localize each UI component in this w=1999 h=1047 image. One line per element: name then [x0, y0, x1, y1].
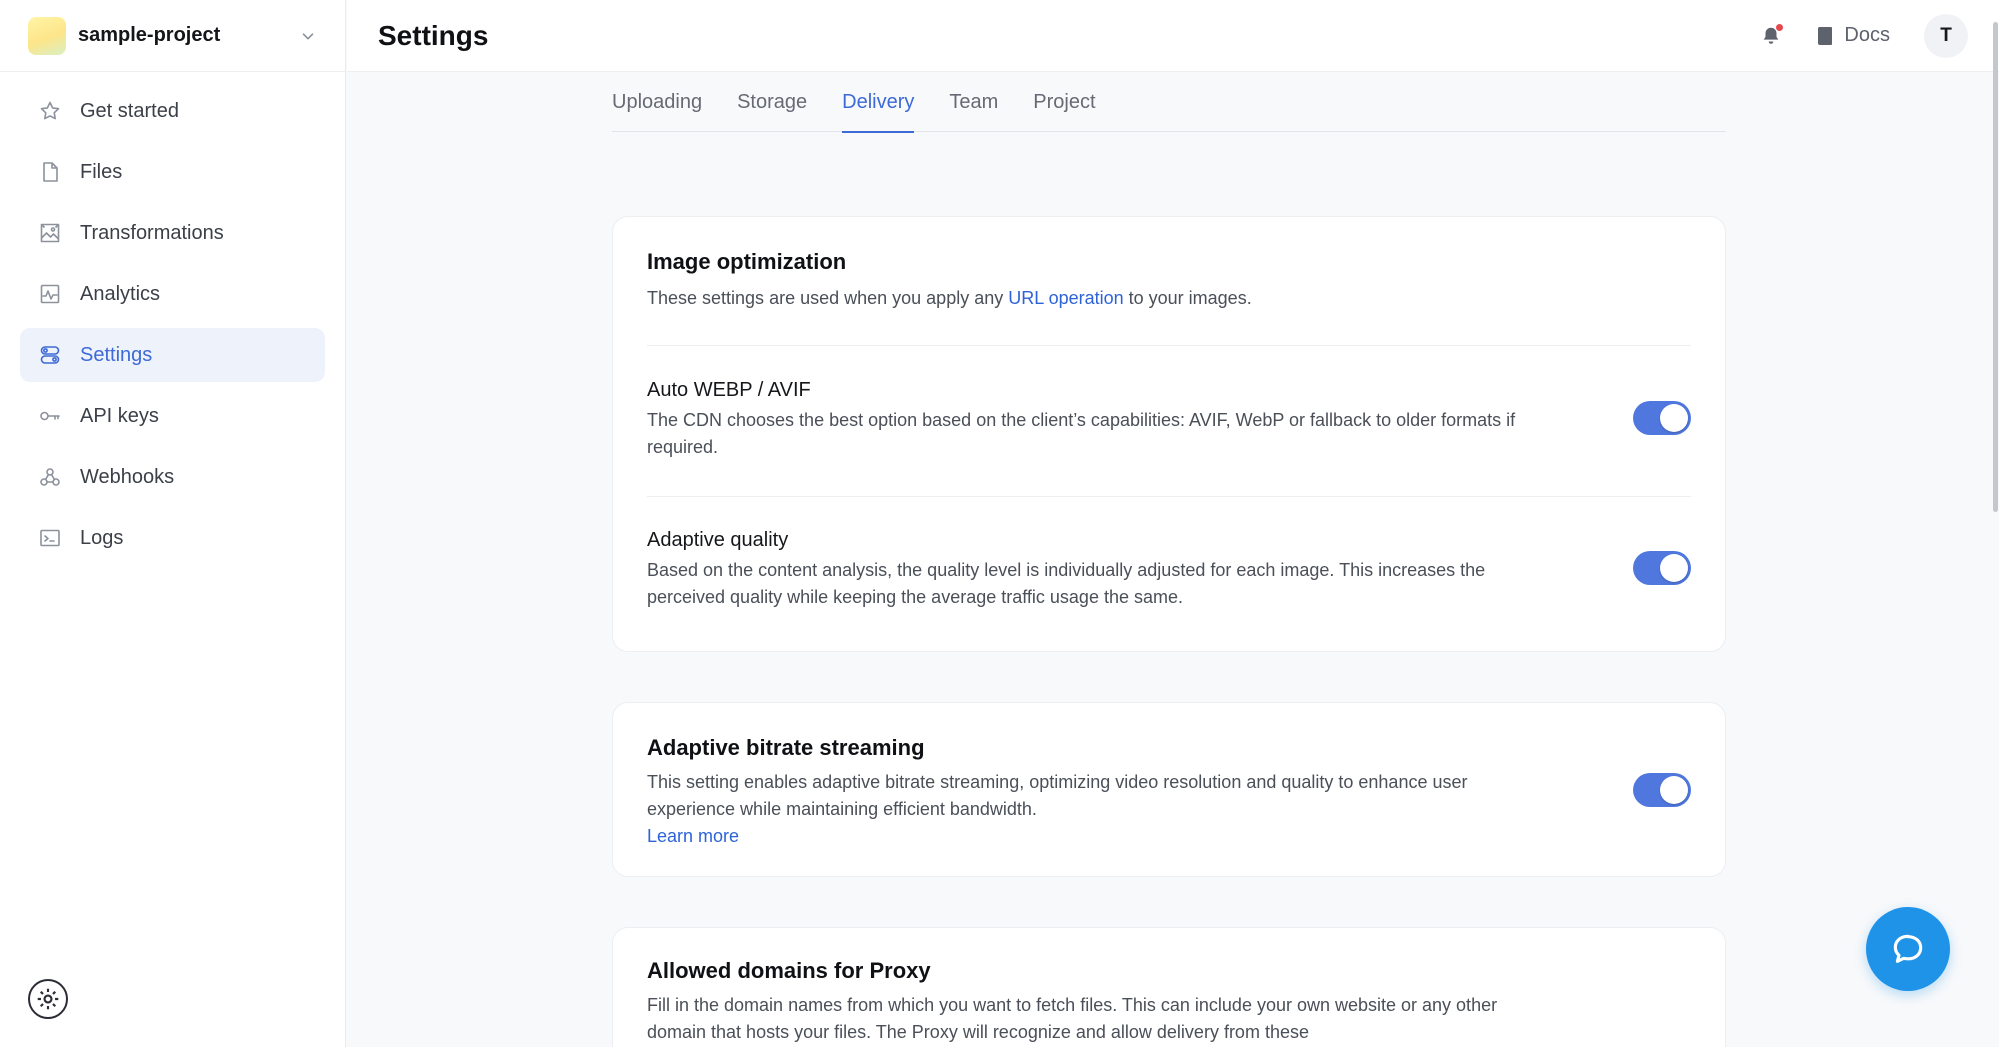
scrollbar-thumb[interactable]: [1993, 22, 1998, 512]
key-icon: [40, 411, 60, 421]
setting-title: Auto WEBP / AVIF: [647, 379, 811, 401]
sidebar-item-transformations[interactable]: Transformations: [20, 206, 325, 260]
sidebar-item-label: Webhooks: [80, 465, 175, 488]
avatar[interactable]: T: [1924, 13, 1968, 58]
setting-description: Based on the content analysis, the quali…: [647, 560, 1486, 607]
sidebar-item-settings[interactable]: Settings: [20, 328, 325, 382]
sidebar: sample-project Get started Files Transfo…: [0, 0, 346, 1047]
card-title: Image optimization: [647, 249, 847, 274]
toggle-knob: [1660, 554, 1688, 582]
gear-icon: [37, 988, 59, 1010]
project-logo: [28, 16, 66, 55]
sidebar-item-label: Logs: [80, 526, 124, 549]
sidebar-item-label: Analytics: [80, 282, 161, 305]
docs-link[interactable]: Docs: [1816, 24, 1890, 47]
description-text: These settings are used when you apply a…: [647, 288, 1009, 308]
tab-project[interactable]: Project: [1033, 72, 1095, 132]
auto-webp-toggle[interactable]: [1633, 401, 1691, 435]
sidebar-item-get-started[interactable]: Get started: [20, 84, 325, 138]
adaptive-bitrate-card: Adaptive bitrate streaming This setting …: [612, 702, 1726, 877]
docs-label: Docs: [1844, 24, 1890, 46]
gear-button[interactable]: [28, 979, 68, 1019]
card-description: This setting enables adaptive bitrate st…: [647, 772, 1468, 819]
image-transform-icon: [40, 223, 60, 243]
adaptive-quality-toggle[interactable]: [1633, 551, 1691, 585]
setting-title: Adaptive quality: [647, 529, 789, 551]
url-operation-link[interactable]: URL operation: [1008, 288, 1123, 308]
sidebar-item-analytics[interactable]: Analytics: [20, 267, 325, 321]
chat-support-button[interactable]: [1866, 907, 1950, 991]
page-title: Settings: [378, 19, 489, 51]
divider: [647, 345, 1691, 346]
sidebar-nav: Get started Files Transformations Analyt…: [0, 72, 345, 565]
sidebar-item-label: Files: [80, 160, 123, 183]
proxy-domains-card: Allowed domains for Proxy Fill in the do…: [612, 927, 1726, 1047]
description-text: to your images.: [1123, 288, 1252, 308]
card-title: Adaptive bitrate streaming: [647, 735, 925, 760]
divider: [647, 496, 1691, 497]
setting-description: The CDN chooses the best option based on…: [647, 410, 1516, 457]
project-switcher[interactable]: sample-project: [0, 0, 345, 72]
project-name: sample-project: [78, 24, 221, 46]
card-description: These settings are used when you apply a…: [647, 285, 1252, 312]
sidebar-item-files[interactable]: Files: [20, 145, 325, 199]
card-title: Allowed domains for Proxy: [647, 958, 931, 983]
top-header: Settings Docs T: [347, 0, 1999, 72]
file-icon: [43, 162, 58, 182]
tab-delivery[interactable]: Delivery: [842, 72, 915, 133]
sidebar-item-logs[interactable]: Logs: [20, 511, 325, 565]
chevron-down-icon: [302, 32, 314, 40]
sidebar-item-label: Get started: [80, 99, 179, 122]
sidebar-item-label: Transformations: [80, 221, 224, 244]
learn-more-link[interactable]: Learn more: [647, 823, 739, 850]
chat-bubble-icon: [1893, 934, 1923, 963]
toggle-knob: [1660, 404, 1688, 432]
sidebar-item-label: API keys: [80, 404, 159, 427]
notifications-button[interactable]: [1760, 23, 1784, 47]
tab-team[interactable]: Team: [949, 72, 998, 132]
sidebar-item-label: Settings: [80, 343, 153, 366]
sidebar-item-webhooks[interactable]: Webhooks: [20, 450, 325, 504]
tab-uploading[interactable]: Uploading: [612, 72, 702, 132]
settings-toggle-icon: [40, 346, 60, 364]
scrollbar[interactable]: [1991, 0, 1999, 1047]
card-description: Fill in the domain names from which you …: [647, 995, 1498, 1042]
settings-tabs: Uploading Storage Delivery Team Project: [612, 72, 1726, 133]
analytics-icon: [40, 284, 60, 304]
sidebar-item-api-keys[interactable]: API keys: [20, 389, 325, 443]
terminal-icon: [40, 529, 60, 547]
toggle-knob: [1660, 776, 1688, 804]
notification-dot: [1776, 23, 1784, 31]
webhook-icon: [40, 468, 60, 486]
book-icon: [1818, 26, 1833, 45]
tab-storage[interactable]: Storage: [737, 72, 807, 132]
star-icon: [40, 101, 60, 120]
image-optimization-card: Image optimization These settings are us…: [612, 216, 1726, 652]
adaptive-bitrate-toggle[interactable]: [1633, 773, 1691, 807]
